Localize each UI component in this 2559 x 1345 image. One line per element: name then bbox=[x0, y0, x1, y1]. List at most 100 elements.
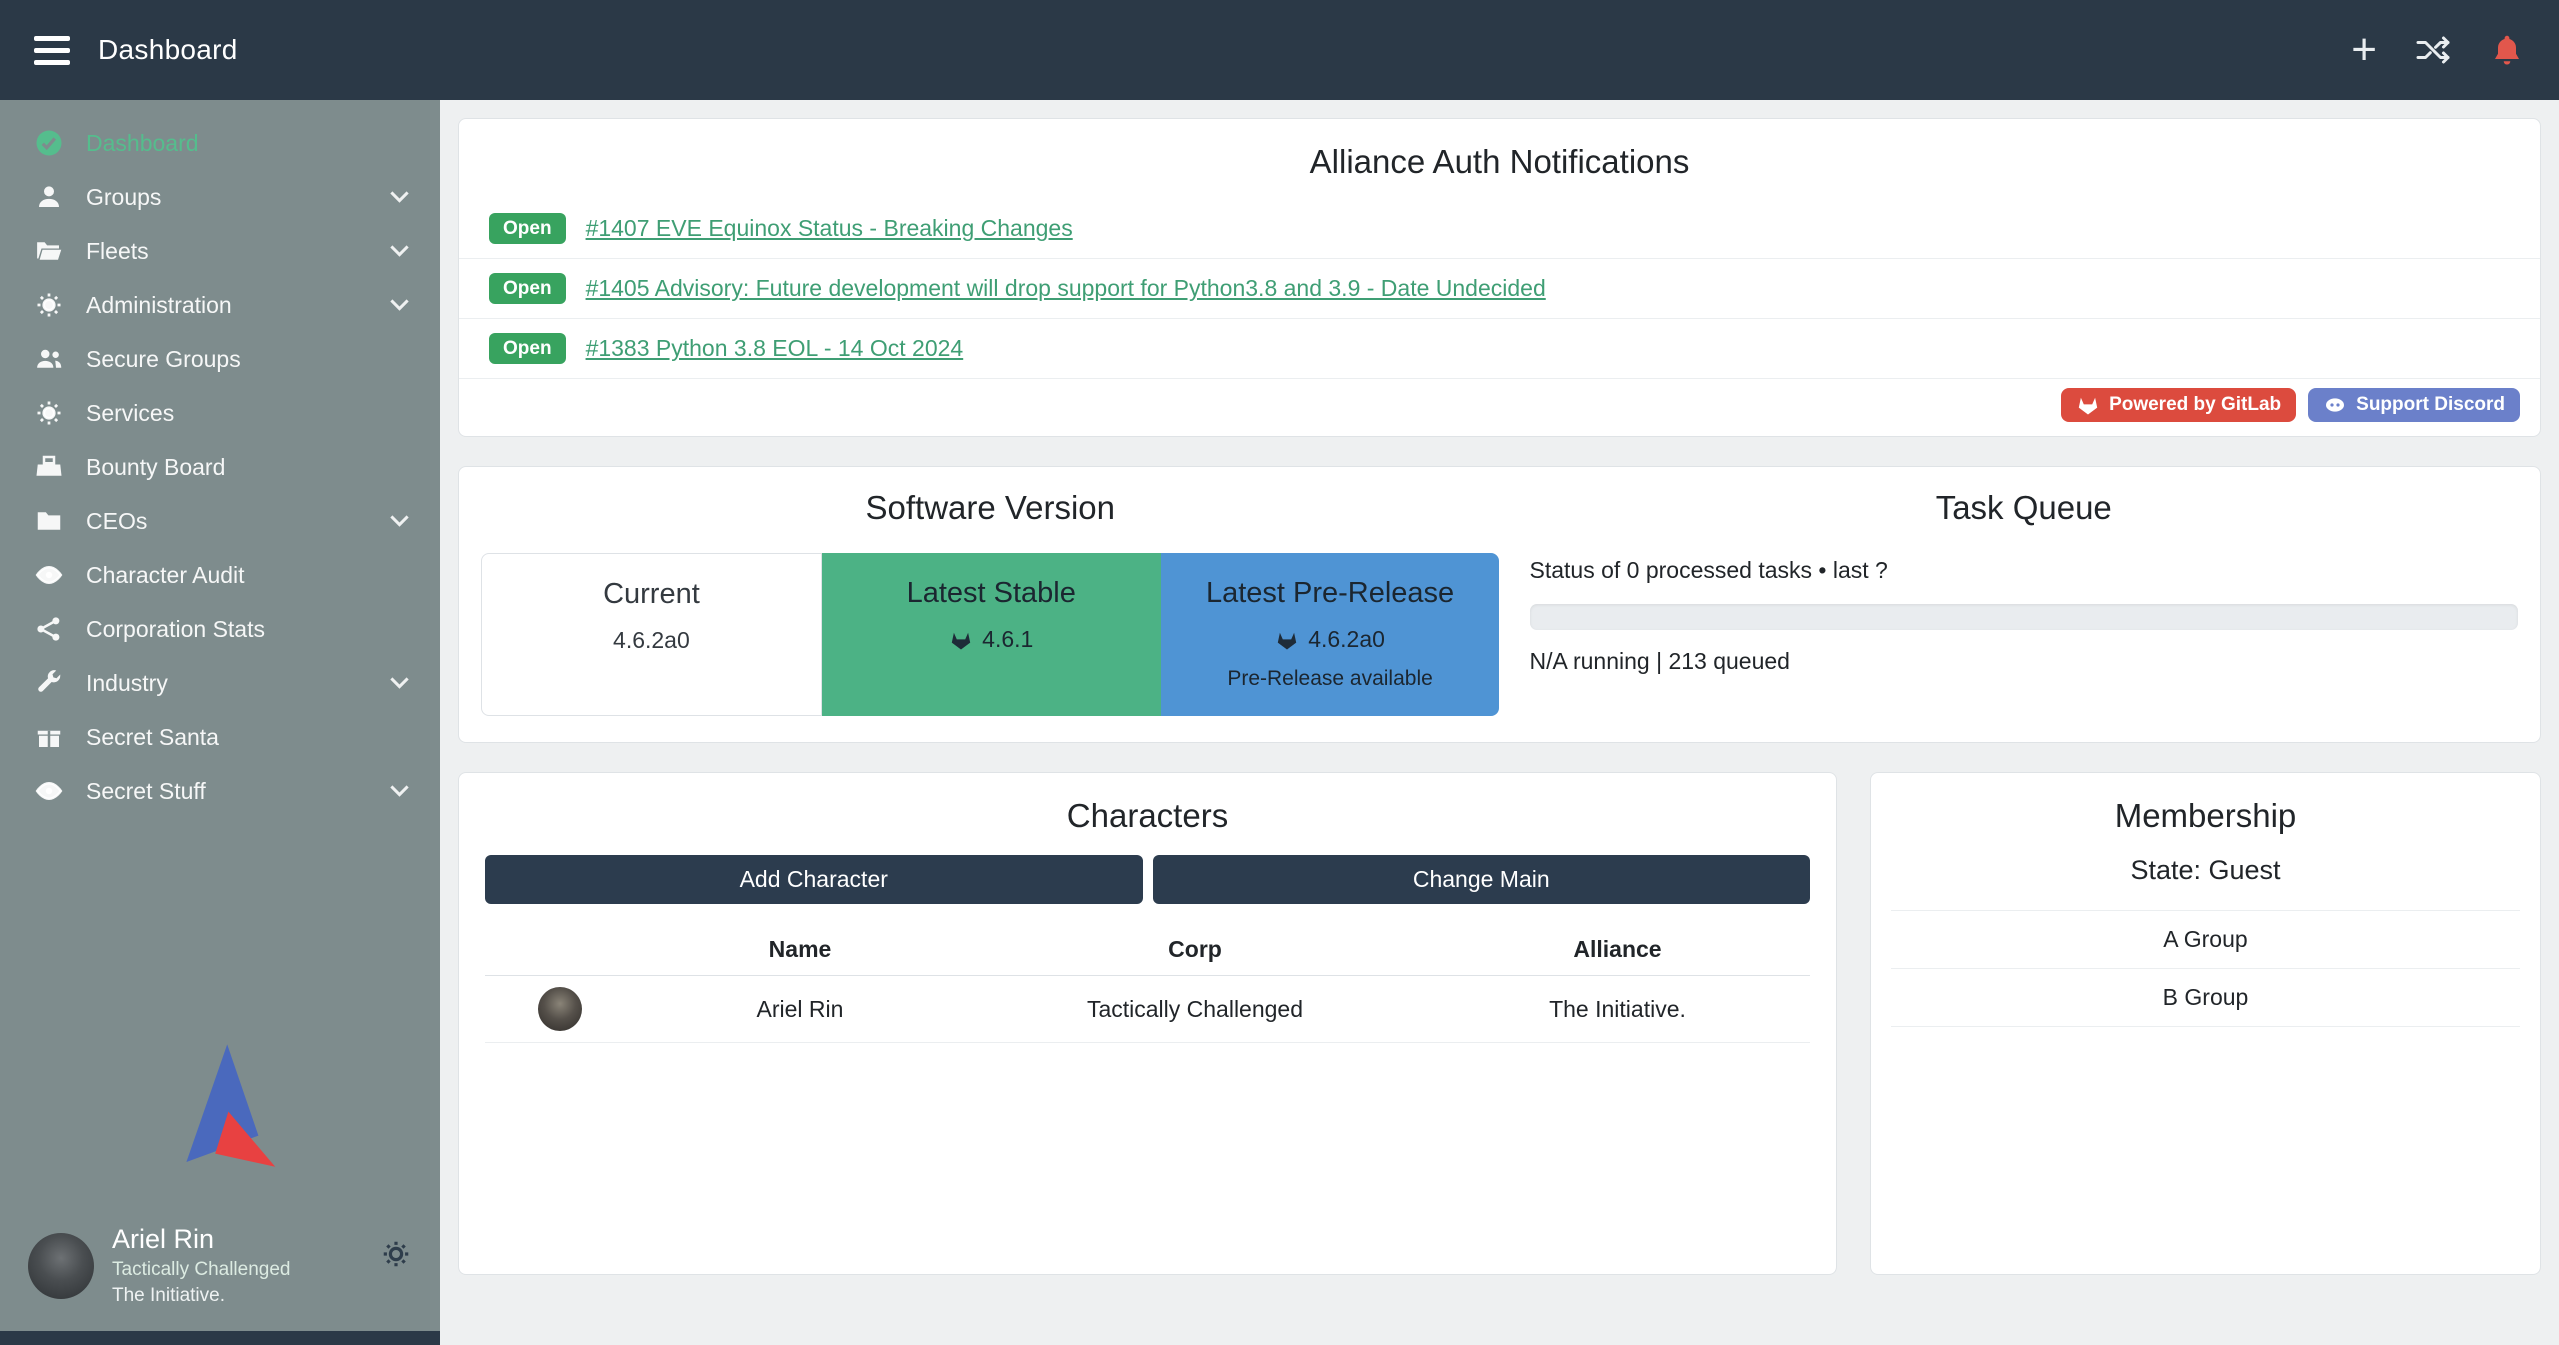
wrench-icon bbox=[34, 668, 64, 698]
user-name: Ariel Rin bbox=[112, 1224, 291, 1255]
version-prerelease-label: Latest Pre-Release bbox=[1161, 577, 1500, 610]
sidebar-item-administration[interactable]: Administration bbox=[0, 278, 440, 332]
discord-badge-label: Support Discord bbox=[2356, 394, 2505, 416]
sidebar-item-label: Industry bbox=[86, 670, 168, 697]
sidebar-item-label: Corporation Stats bbox=[86, 616, 265, 643]
status-badge: Open bbox=[489, 213, 566, 244]
task-queue-title: Task Queue bbox=[1530, 489, 2519, 527]
membership-group: B Group bbox=[1891, 968, 2520, 1027]
software-version-panel: Software Version Current 4.6.2a0 Latest … bbox=[458, 466, 2541, 743]
gitlab-badge-label: Powered by GitLab bbox=[2109, 394, 2281, 416]
sidebar-item-fleets[interactable]: Fleets bbox=[0, 224, 440, 278]
membership-state: State: Guest bbox=[1871, 855, 2540, 886]
top-navbar: Dashboard + bbox=[0, 0, 2559, 100]
characters-table-header: Name Corp Alliance bbox=[485, 924, 1810, 976]
cash-register-icon bbox=[34, 452, 64, 482]
gift-icon bbox=[34, 722, 64, 752]
sidebar-item-label: Groups bbox=[86, 184, 161, 211]
sidebar-item-label: Secret Santa bbox=[86, 724, 219, 751]
chevron-down-icon bbox=[390, 778, 408, 796]
prerelease-note: Pre-Release available bbox=[1161, 667, 1500, 691]
sidebar-item-groups[interactable]: Groups bbox=[0, 170, 440, 224]
chevron-down-icon bbox=[390, 292, 408, 310]
notification-link[interactable]: #1383 Python 3.8 EOL - 14 Oct 2024 bbox=[586, 335, 964, 362]
column-header-alliance: Alliance bbox=[1425, 924, 1810, 975]
check-circle-icon bbox=[34, 128, 64, 158]
notification-link[interactable]: #1407 EVE Equinox Status - Breaking Chan… bbox=[586, 215, 1073, 242]
user-alliance: The Initiative. bbox=[112, 1285, 291, 1307]
character-alliance: The Initiative. bbox=[1425, 985, 1810, 1034]
user-icon bbox=[34, 182, 64, 212]
sidebar-item-label: Administration bbox=[86, 292, 232, 319]
gear-icon[interactable] bbox=[380, 1238, 412, 1270]
add-icon[interactable]: + bbox=[2351, 28, 2377, 72]
eye-icon bbox=[34, 776, 64, 806]
sidebar: Dashboard Groups Fleets Administration S… bbox=[0, 100, 440, 1345]
gears-icon bbox=[34, 290, 64, 320]
gitlab-tanuki-icon bbox=[2076, 393, 2100, 417]
notification-row: Open #1383 Python 3.8 EOL - 14 Oct 2024 bbox=[459, 319, 2540, 379]
characters-table: Name Corp Alliance Ariel Rin Tactically … bbox=[485, 924, 1810, 1043]
table-row[interactable]: Ariel Rin Tactically Challenged The Init… bbox=[485, 976, 1810, 1043]
characters-title: Characters bbox=[459, 797, 1836, 835]
sidebar-item-dashboard[interactable]: Dashboard bbox=[0, 116, 440, 170]
character-name: Ariel Rin bbox=[635, 985, 965, 1034]
add-character-button[interactable]: Add Character bbox=[485, 855, 1143, 904]
version-current-value: 4.6.2a0 bbox=[613, 627, 690, 654]
sidebar-item-ceos[interactable]: CEOs bbox=[0, 494, 440, 548]
page-title: Dashboard bbox=[98, 34, 238, 66]
version-current-box: Current 4.6.2a0 bbox=[481, 553, 822, 716]
version-stable-value: 4.6.1 bbox=[982, 626, 1033, 653]
character-avatar bbox=[538, 987, 582, 1031]
notifications-bell-icon[interactable] bbox=[2489, 32, 2525, 68]
discord-badge[interactable]: Support Discord bbox=[2308, 388, 2520, 422]
alliance-logo bbox=[0, 1042, 440, 1208]
change-main-button[interactable]: Change Main bbox=[1153, 855, 1811, 904]
shuffle-icon[interactable] bbox=[2415, 32, 2451, 68]
sidebar-item-label: Services bbox=[86, 400, 174, 427]
sidebar-item-label: Character Audit bbox=[86, 562, 245, 589]
folder-icon bbox=[34, 506, 64, 536]
eye-icon bbox=[34, 560, 64, 590]
task-queue-progress-bar bbox=[1530, 604, 2519, 630]
notification-row: Open #1405 Advisory: Future development … bbox=[459, 259, 2540, 319]
sidebar-item-corporation-stats[interactable]: Corporation Stats bbox=[0, 602, 440, 656]
notifications-panel: Alliance Auth Notifications Open #1407 E… bbox=[458, 118, 2541, 437]
chevron-down-icon bbox=[390, 670, 408, 688]
version-stable-label: Latest Stable bbox=[822, 577, 1161, 610]
character-corp: Tactically Challenged bbox=[965, 985, 1425, 1034]
notification-link[interactable]: #1405 Advisory: Future development will … bbox=[586, 275, 1546, 302]
user-panel: Ariel Rin Tactically Challenged The Init… bbox=[0, 1208, 440, 1331]
sidebar-item-secure-groups[interactable]: Secure Groups bbox=[0, 332, 440, 386]
sidebar-item-secret-santa[interactable]: Secret Santa bbox=[0, 710, 440, 764]
sidebar-item-character-audit[interactable]: Character Audit bbox=[0, 548, 440, 602]
column-header-corp: Corp bbox=[965, 924, 1425, 975]
task-queue-status: Status of 0 processed tasks • last ? bbox=[1530, 557, 2519, 584]
sidebar-item-label: Dashboard bbox=[86, 130, 199, 157]
status-badge: Open bbox=[489, 273, 566, 304]
sidebar-item-bounty-board[interactable]: Bounty Board bbox=[0, 440, 440, 494]
user-corp: Tactically Challenged bbox=[112, 1259, 291, 1281]
gitlab-tanuki-icon bbox=[949, 628, 973, 652]
sidebar-nav: Dashboard Groups Fleets Administration S… bbox=[0, 100, 440, 818]
software-version-title: Software Version bbox=[481, 489, 1500, 527]
menu-icon[interactable] bbox=[34, 36, 70, 65]
column-header-name: Name bbox=[635, 924, 965, 975]
status-badge: Open bbox=[489, 333, 566, 364]
version-prerelease-box: Latest Pre-Release 4.6.2a0 Pre-Release a… bbox=[1161, 553, 1500, 716]
sidebar-item-label: Fleets bbox=[86, 238, 149, 265]
task-queue-counts: N/A running | 213 queued bbox=[1530, 648, 2519, 675]
gitlab-badge[interactable]: Powered by GitLab bbox=[2061, 388, 2296, 422]
version-stable-box: Latest Stable 4.6.1 bbox=[822, 553, 1161, 716]
version-current-label: Current bbox=[482, 578, 821, 611]
sidebar-item-services[interactable]: Services bbox=[0, 386, 440, 440]
sidebar-item-label: Bounty Board bbox=[86, 454, 225, 481]
chevron-down-icon bbox=[390, 508, 408, 526]
characters-panel: Characters Add Character Change Main Nam… bbox=[458, 772, 1837, 1275]
main-content: Alliance Auth Notifications Open #1407 E… bbox=[440, 100, 2559, 1345]
membership-panel: Membership State: Guest A Group B Group bbox=[1870, 772, 2541, 1275]
discord-icon bbox=[2323, 393, 2347, 417]
sidebar-item-industry[interactable]: Industry bbox=[0, 656, 440, 710]
chevron-down-icon bbox=[390, 184, 408, 202]
sidebar-item-secret-stuff[interactable]: Secret Stuff bbox=[0, 764, 440, 818]
